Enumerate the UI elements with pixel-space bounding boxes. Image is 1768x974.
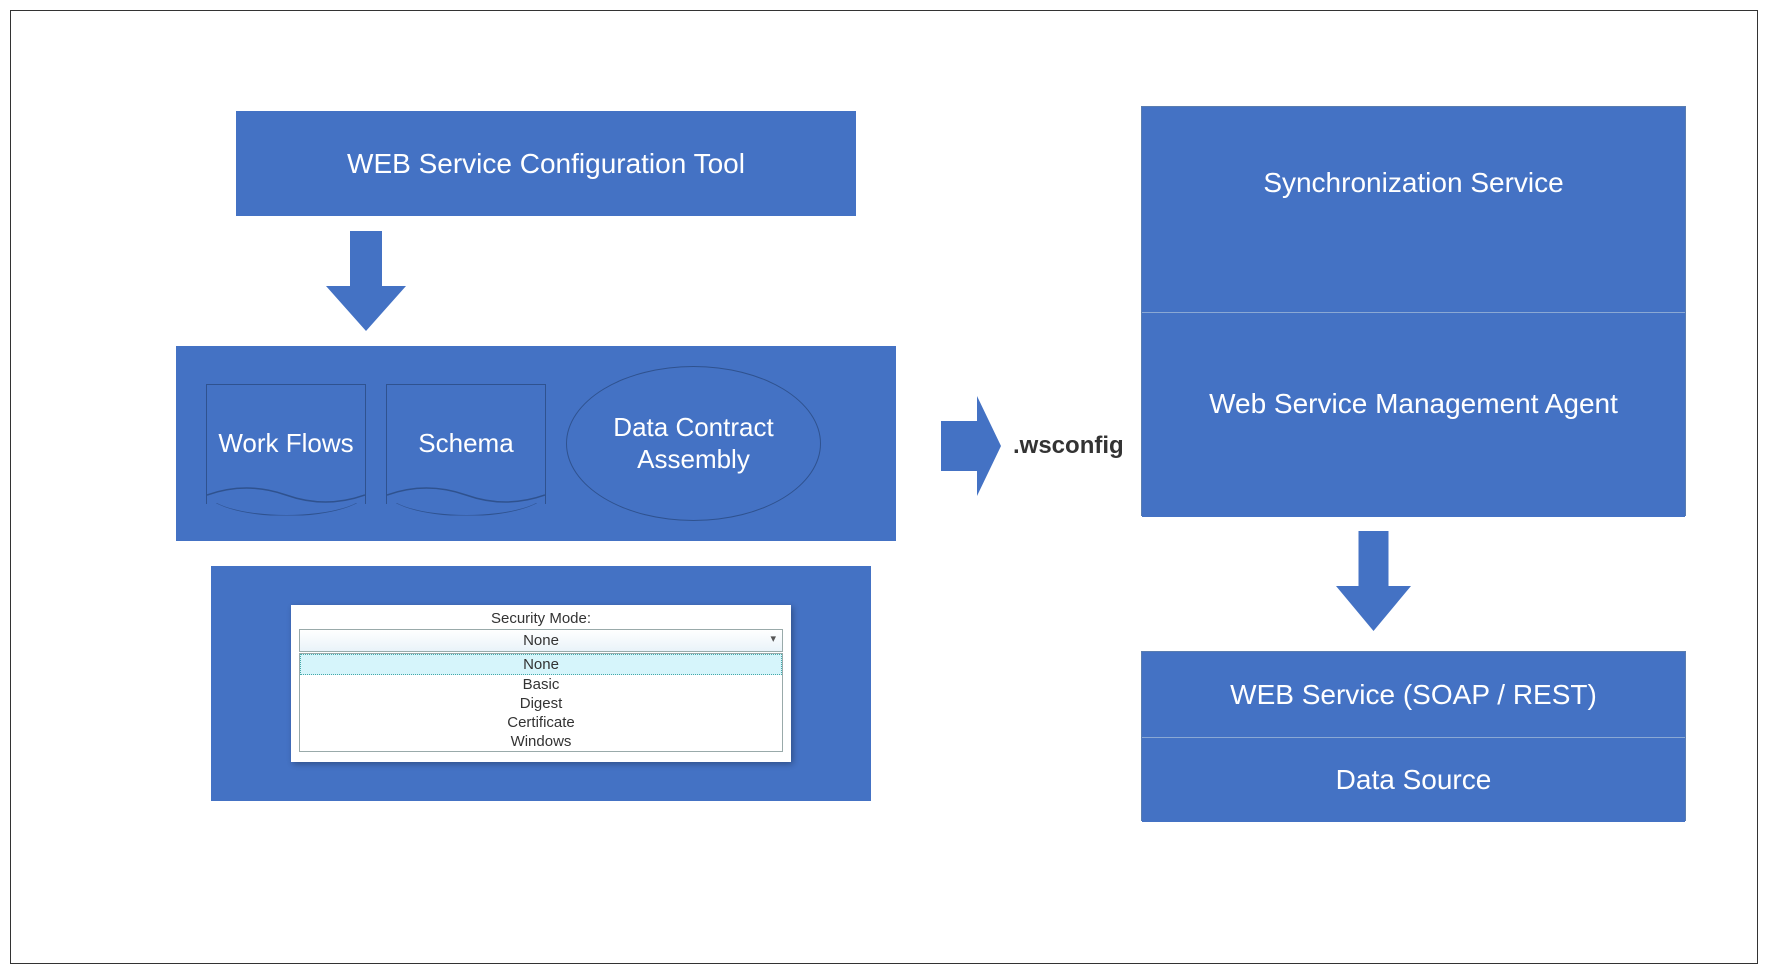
security-option-basic[interactable]: Basic	[300, 675, 782, 694]
security-options-list: None Basic Digest Certificate Windows	[299, 653, 783, 752]
wsconfig-label: .wsconfig	[1013, 432, 1124, 460]
sync-service-box: Synchronization Service	[1142, 107, 1685, 312]
config-tool-box: WEB Service Configuration Tool	[236, 111, 856, 216]
workflows-doc-shape: Work Flows	[206, 384, 366, 504]
security-container-box: Security Mode: None None Basic Digest Ce…	[211, 566, 871, 801]
management-agent-box: Web Service Management Agent	[1142, 312, 1685, 517]
schema-doc-shape: Schema	[386, 384, 546, 504]
security-selected-value: None	[523, 632, 559, 649]
management-agent-label: Web Service Management Agent	[1209, 388, 1618, 420]
security-option-none[interactable]: None	[300, 654, 782, 675]
diagram-canvas: WEB Service Configuration Tool Work Flow…	[10, 10, 1758, 964]
security-panel: Security Mode: None None Basic Digest Ce…	[291, 605, 791, 762]
wsconfig-arrow-block: .wsconfig	[941, 396, 1124, 496]
config-tool-label: WEB Service Configuration Tool	[347, 148, 745, 180]
right-bottom-container: WEB Service (SOAP / REST) Data Source	[1141, 651, 1686, 821]
data-source-box: Data Source	[1142, 737, 1685, 822]
arrow-down-icon	[326, 231, 406, 331]
sync-service-label: Synchronization Service	[1263, 167, 1563, 199]
security-mode-label: Security Mode:	[299, 610, 783, 627]
security-option-certificate[interactable]: Certificate	[300, 713, 782, 732]
assembly-ellipse-shape: Data Contract Assembly	[566, 366, 821, 521]
arrow-down-right-icon	[1336, 531, 1411, 631]
workflow-container-box: Work Flows Schema Data Contract Assembly	[176, 346, 896, 541]
schema-label: Schema	[418, 428, 513, 459]
security-mode-dropdown[interactable]: None	[299, 629, 783, 652]
workflows-label: Work Flows	[218, 428, 353, 459]
security-option-digest[interactable]: Digest	[300, 694, 782, 713]
right-top-container: Synchronization Service Web Service Mana…	[1141, 106, 1686, 516]
security-option-windows[interactable]: Windows	[300, 732, 782, 751]
data-source-label: Data Source	[1336, 764, 1492, 796]
web-service-label: WEB Service (SOAP / REST)	[1230, 679, 1597, 711]
arrow-right-icon	[941, 396, 1001, 496]
assembly-label: Data Contract Assembly	[567, 412, 820, 474]
web-service-box: WEB Service (SOAP / REST)	[1142, 652, 1685, 737]
